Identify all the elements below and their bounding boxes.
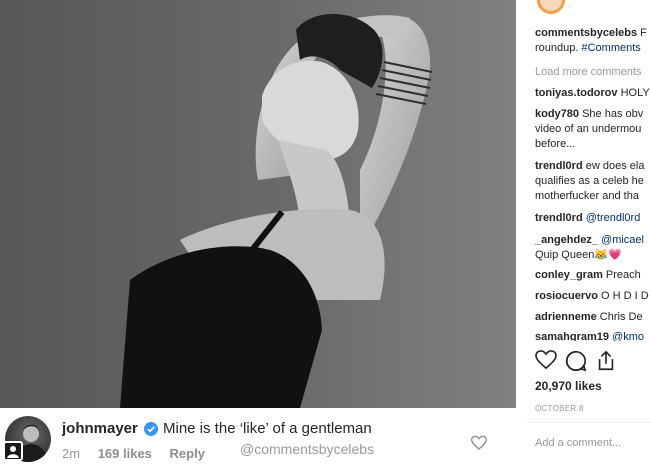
comment-text: Preach [602, 269, 641, 281]
comment-item: trendl0rd ew does ela qualifies as a cel… [535, 159, 650, 204]
comment-text: ew does ela [582, 160, 645, 172]
comment-text: F [637, 27, 647, 39]
post-photo[interactable] [0, 0, 516, 408]
comment-username[interactable]: kody780 [535, 108, 579, 120]
comments-panel: commentsbycelebs F roundup. #Comments Lo… [527, 0, 650, 465]
comment-username[interactable]: toniyas.todorov [535, 87, 618, 99]
comment-username[interactable]: rosiocuervo [535, 290, 598, 302]
share-icon[interactable] [595, 350, 617, 377]
comment-text: She has obv [579, 108, 644, 120]
comment-item: samahgram19 @kmo [535, 330, 650, 341]
reply-button[interactable]: Reply [170, 446, 205, 461]
comment-username[interactable]: conley_gram [535, 269, 603, 281]
comment-likes-count[interactable]: 169 likes [98, 446, 152, 461]
user-silhouette-icon [3, 441, 23, 461]
comment-text: roundup. [535, 42, 582, 54]
photo-illustration [0, 0, 516, 408]
comment-username[interactable]: trendl0rd [535, 160, 583, 172]
comment-text: Quip Queen😹💗 [535, 249, 622, 261]
comment-text: before... [535, 138, 576, 150]
comment-item: commentsbycelebs F roundup. #Comments [535, 26, 650, 56]
poster-avatar[interactable] [537, 0, 565, 14]
comment-text: O H D I D [597, 290, 649, 302]
featured-comment: johnmayer Mine is the ‘like’ of a gentle… [0, 408, 516, 465]
verified-badge-icon [144, 422, 158, 436]
load-more-comments-link[interactable]: Load more comments [535, 65, 641, 80]
mention-link[interactable]: @trendl0rd [583, 212, 641, 224]
commenter-username[interactable]: johnmayer [62, 420, 138, 437]
comment-text: motherfucker and tha [535, 190, 639, 202]
comment-text: HOLY [617, 87, 650, 99]
comment-item: kody780 She has obv video of an undermou… [535, 107, 650, 152]
divider [527, 422, 650, 423]
mention-link[interactable]: @kmo [609, 331, 644, 341]
comment-username[interactable]: trendl0rd [535, 212, 583, 224]
comment-item: _angehdez_ @micael Quip Queen😹💗 [535, 233, 650, 263]
comment-bubble-icon[interactable] [565, 350, 587, 377]
add-comment-input[interactable]: Add a comment... [535, 436, 621, 451]
hashtag-link[interactable]: #Comments [581, 42, 640, 54]
comment-text: Mine is the ‘like’ of a gentleman [163, 420, 372, 437]
comment-username[interactable]: commentsbycelebs [535, 27, 637, 39]
comment-item: conley_gram Preach [535, 268, 650, 283]
comment-username[interactable]: samahgram19 [535, 331, 609, 341]
comment-item: toniyas.todorov HOLY [535, 86, 650, 101]
comment-time: 2m [62, 446, 81, 461]
watermark: @commentsbycelebs [240, 441, 375, 457]
comment-item: rosiocuervo O H D I D [535, 289, 650, 304]
comment-username[interactable]: adrienneme [535, 311, 597, 323]
comment-text: video of an undermou [535, 123, 642, 135]
comment-text: Chris De [596, 311, 643, 323]
post-date: OCTOBER 8 [535, 404, 584, 413]
heart-icon[interactable] [535, 350, 557, 375]
comment-text: qualifies as a celeb he [535, 175, 644, 187]
likes-count[interactable]: 20,970 likes [535, 379, 602, 394]
comment-item: adrienneme Chris De [535, 310, 650, 325]
comment-username[interactable]: _angehdez_ [535, 234, 598, 246]
mention-link[interactable]: @micael [598, 234, 644, 246]
post-actions [535, 350, 650, 374]
heart-icon[interactable] [470, 435, 488, 451]
comment-item: trendl0rd @trendl0rd [535, 211, 650, 226]
comment-meta: 2m 169 likes Reply [62, 446, 219, 461]
